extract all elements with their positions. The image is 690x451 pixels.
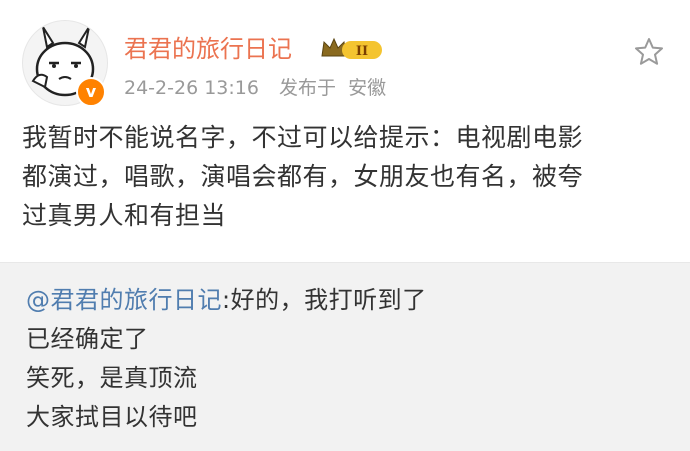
repost-block[interactable]: @君君的旅行日记:好的，我打听到了 已经确定了 笑死，是真顶流 大家拭目以待吧 (0, 262, 690, 451)
badge-level-text: II (356, 44, 368, 59)
post-location: 安徽 (348, 77, 387, 99)
post-body: 我暂时不能说名字，不过可以给提示：电视剧电影 都演过，唱歌，演唱会都有，女朋友也… (22, 118, 672, 235)
post-text-line: 都演过，唱歌，演唱会都有，女朋友也有名，被夸 (22, 162, 584, 191)
repost-line: 笑死，是真顶流 (26, 364, 198, 392)
weibo-post: v 君君的旅行日记 II 24-2-26 13:16 发布于 安徽 我暂时不能说… (0, 0, 690, 262)
repost-line: 已经确定了 (26, 325, 149, 353)
repost-first-line: @君君的旅行日记:好的，我打听到了 (26, 281, 427, 320)
mention-link[interactable]: @君君的旅行日记 (26, 286, 222, 314)
location-prefix: 发布于 (279, 77, 337, 99)
post-timestamp: 24-2-26 13:16 (124, 77, 259, 99)
post-text-line: 过真男人和有担当 (22, 201, 227, 230)
post-text-line: 我暂时不能说名字，不过可以给提示：电视剧电影 (22, 123, 584, 152)
repost-line: 大家拭目以待吧 (26, 403, 198, 431)
author-name[interactable]: 君君的旅行日记 (124, 34, 292, 64)
repost-body: @君君的旅行日记:好的，我打听到了 已经确定了 笑死，是真顶流 大家拭目以待吧 (26, 281, 427, 437)
favorite-star-icon[interactable] (634, 37, 664, 67)
post-meta: 24-2-26 13:16 发布于 安徽 (124, 76, 400, 100)
verified-badge: v (76, 77, 106, 107)
repost-first-line-text: :好的，我打听到了 (222, 286, 427, 314)
member-crown-badge[interactable]: II (320, 36, 384, 62)
